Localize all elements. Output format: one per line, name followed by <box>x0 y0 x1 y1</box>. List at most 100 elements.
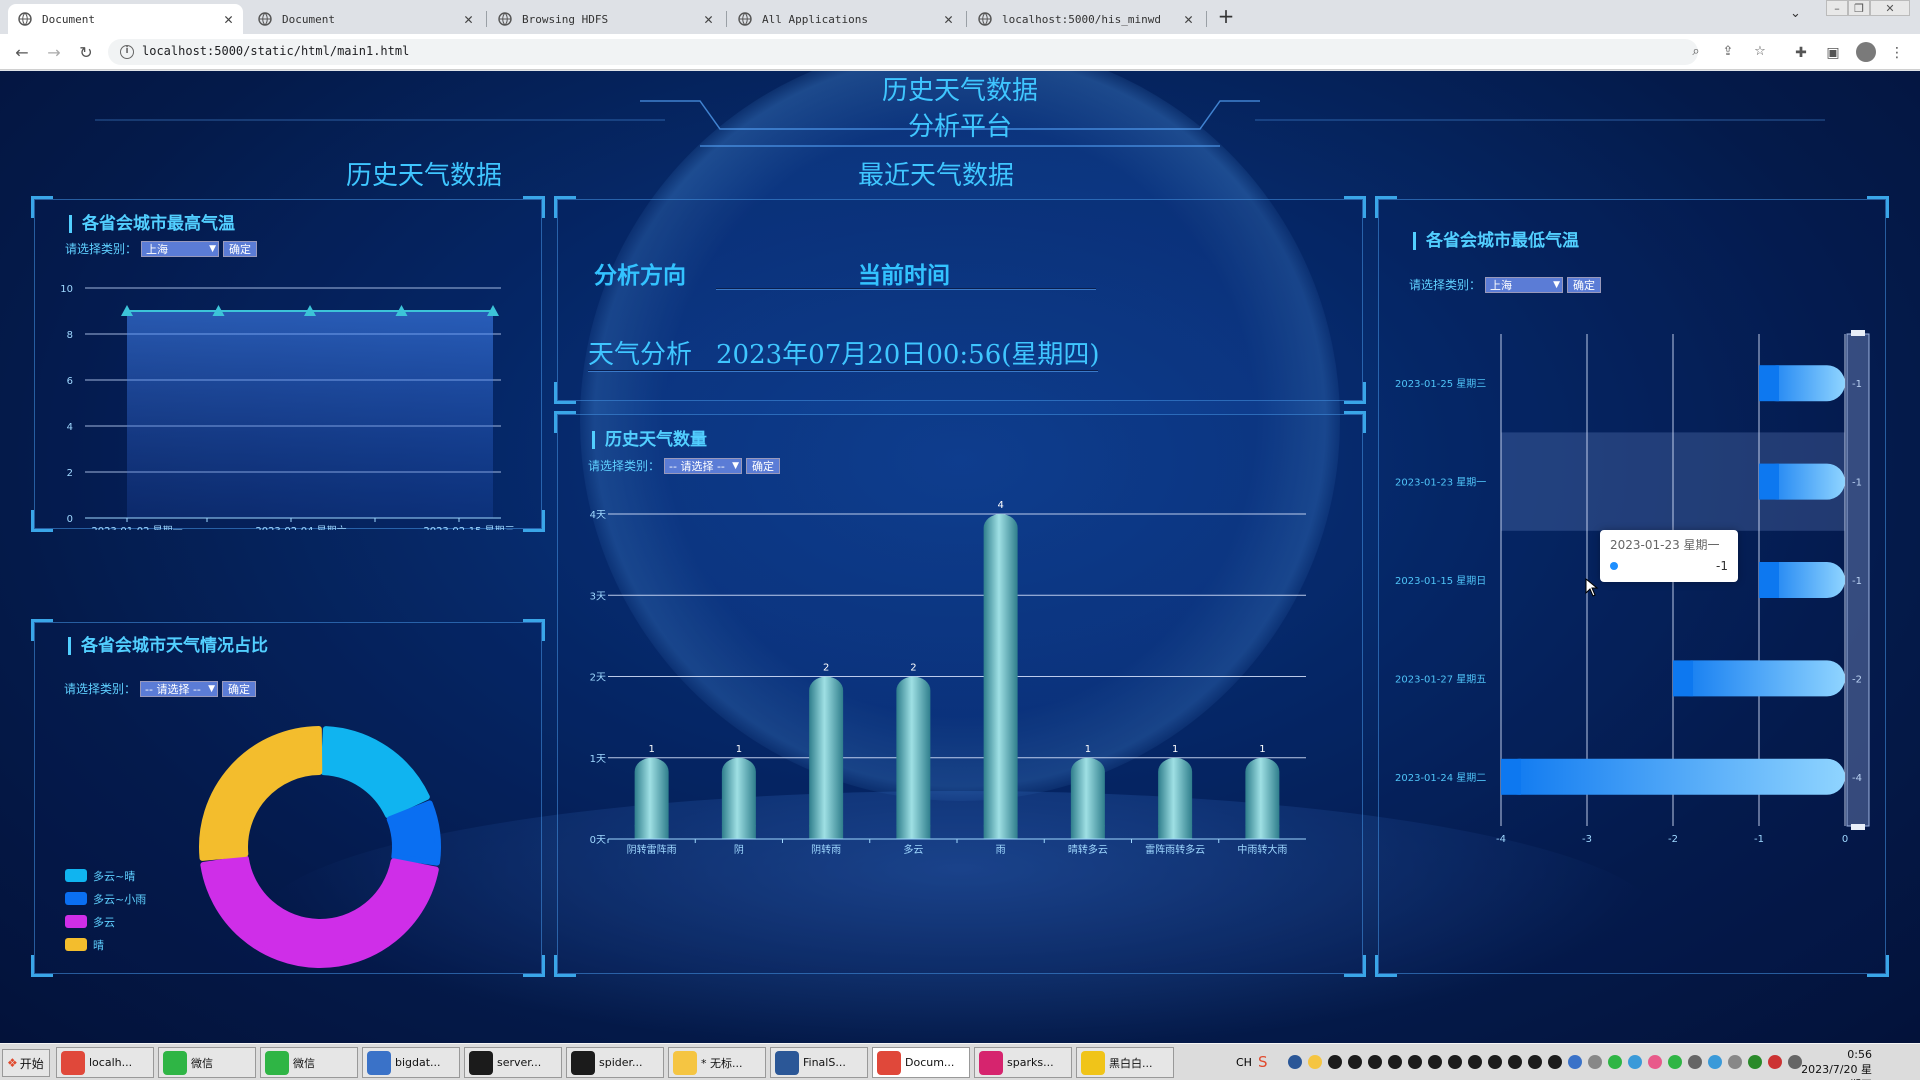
tray-app-icon[interactable] <box>1628 1055 1642 1069</box>
tray-app-icon[interactable] <box>1288 1055 1302 1069</box>
category-select[interactable]: -- 请选择 -- ▼ <box>140 680 219 697</box>
info-icon[interactable]: i <box>120 45 134 59</box>
tray-app-icon[interactable] <box>1508 1055 1522 1069</box>
tray-app-icon[interactable] <box>1568 1055 1582 1069</box>
tray-app-icon[interactable] <box>1328 1055 1342 1069</box>
y-tick-label: 2023-01-15 星期日 <box>1395 575 1486 587</box>
bar-base <box>1070 825 1105 839</box>
address-field[interactable]: i localhost:5000/static/html/main1.html … <box>108 39 1766 65</box>
taskbar-item[interactable]: spider... <box>566 1047 664 1078</box>
tray-app-icon[interactable] <box>1748 1055 1762 1069</box>
close-icon[interactable]: ✕ <box>464 11 473 27</box>
taskbar-item-label: 黑白白... <box>1109 1056 1153 1070</box>
taskbar-item[interactable]: server... <box>464 1047 562 1078</box>
taskbar-item-label: localh... <box>89 1056 133 1069</box>
minimize-icon[interactable]: – <box>1826 0 1848 16</box>
clock[interactable]: 0:56 2023/7/20 星期四 <box>1792 1047 1872 1080</box>
tray-app-icon[interactable] <box>1368 1055 1382 1069</box>
tray-app-icon[interactable] <box>1728 1055 1742 1069</box>
taskbar-item[interactable]: 黑白白... <box>1076 1047 1174 1078</box>
legend-item[interactable]: 晴 <box>65 933 146 956</box>
close-window-icon[interactable]: ✕ <box>1870 0 1910 16</box>
tab-document-2[interactable]: Document ✕ <box>248 4 483 34</box>
close-icon[interactable]: ✕ <box>1184 11 1193 27</box>
close-icon[interactable]: ✕ <box>224 11 233 27</box>
tab-all-applications[interactable]: All Applications ✕ <box>728 4 963 34</box>
legend-item[interactable]: 多云~晴 <box>65 864 146 887</box>
tray-app-icon[interactable] <box>1488 1055 1502 1069</box>
tray-app-icon[interactable] <box>1468 1055 1482 1069</box>
ime-indicator[interactable]: CH <box>1236 1056 1252 1069</box>
tray-app-icon[interactable] <box>1548 1055 1562 1069</box>
tray-app-icon[interactable] <box>1408 1055 1422 1069</box>
y-tick-label: 2023-01-25 星期三 <box>1395 378 1486 390</box>
data-label: 1 <box>1085 744 1091 755</box>
close-icon[interactable]: ✕ <box>704 11 713 27</box>
new-tab-plus-icon[interactable]: + <box>1215 5 1237 27</box>
tray-app-icon[interactable] <box>1528 1055 1542 1069</box>
maximize-icon[interactable]: ❐ <box>1848 0 1870 16</box>
back-arrow-icon[interactable]: ← <box>12 43 32 63</box>
taskbar-item[interactable]: 微信 <box>158 1047 256 1078</box>
taskbar-item[interactable]: Docum... <box>872 1047 970 1078</box>
tray-app-icon[interactable] <box>1448 1055 1462 1069</box>
forward-arrow-icon[interactable]: → <box>44 43 64 63</box>
tray-app-icon[interactable] <box>1588 1055 1602 1069</box>
tab-title: All Applications <box>762 12 868 26</box>
tray-app-icon[interactable] <box>1308 1055 1322 1069</box>
tooltip-value: -1 <box>1716 559 1728 573</box>
tray-app-icon[interactable] <box>1768 1055 1782 1069</box>
tray-app-icon[interactable] <box>1668 1055 1682 1069</box>
side-panel-icon[interactable]: ▣ <box>1824 44 1842 62</box>
taskbar-item[interactable]: sparks... <box>974 1047 1072 1078</box>
main-title: 历史天气数据 分析平台 <box>810 73 1110 145</box>
profile-avatar-icon[interactable] <box>1856 42 1876 62</box>
legend-item[interactable]: 多云~小雨 <box>65 887 146 910</box>
y-tick-label: 1天 <box>590 754 606 765</box>
chart-tooltip: 2023-01-23 星期一 -1 <box>1600 530 1738 582</box>
close-icon[interactable]: ✕ <box>944 11 953 27</box>
corner-decoration <box>1344 196 1366 218</box>
y-tick-label: 10 <box>60 284 73 295</box>
sogou-icon[interactable]: S <box>1258 1053 1268 1071</box>
legend-label: 多云~小雨 <box>93 892 147 906</box>
taskbar-item[interactable]: FinalS... <box>770 1047 868 1078</box>
ratio-legend: 多云~晴 多云~小雨 多云 晴 <box>65 864 146 956</box>
taskbar-item[interactable]: * 无标... <box>668 1047 766 1078</box>
taskbar-item[interactable]: localh... <box>56 1047 154 1078</box>
tab-strip: Document ✕ Document ✕ Browsing HDFS ✕ Al… <box>0 0 1920 34</box>
legend-swatch-2 <box>65 915 87 928</box>
tab-browsing-hdfs[interactable]: Browsing HDFS ✕ <box>488 4 723 34</box>
select-value: -- 请选择 -- <box>145 682 201 696</box>
extensions-puzzle-icon[interactable]: ✚ <box>1792 44 1810 62</box>
tray-app-icon[interactable] <box>1688 1055 1702 1069</box>
y-tick-label: 2023-01-24 星期二 <box>1395 772 1486 784</box>
start-button[interactable]: ❖ 开始 <box>2 1049 50 1077</box>
dashboard-page: 历史天气数据 分析平台 历史天气数据 最近天气数据 各省会城市最高气温 请选择类… <box>0 71 1920 1043</box>
tray-app-icon[interactable] <box>1648 1055 1662 1069</box>
tab-title: localhost:5000/his_minwd <box>1002 12 1161 26</box>
bookmark-star-icon[interactable]: ☆ <box>1752 44 1768 60</box>
confirm-button[interactable]: 确定 <box>222 680 257 697</box>
tab-his-minwd[interactable]: localhost:5000/his_minwd ✕ <box>968 4 1203 34</box>
tab-document-1[interactable]: Document ✕ <box>8 4 243 34</box>
reload-icon[interactable]: ↻ <box>76 43 96 63</box>
tray-app-icon[interactable] <box>1348 1055 1362 1069</box>
bar <box>983 514 1018 839</box>
x-tick-label: -4 <box>1496 834 1506 845</box>
tray-app-icon[interactable] <box>1388 1055 1402 1069</box>
legend-item[interactable]: 多云 <box>65 910 146 933</box>
bar-base <box>721 825 756 839</box>
menu-dots-icon[interactable]: ⋮ <box>1888 44 1906 62</box>
tab-search-chevron-icon[interactable]: ⌄ <box>1790 6 1801 21</box>
y-tick-label: 0天 <box>590 835 606 846</box>
zoom-icon[interactable]: ⌕ <box>1688 44 1704 60</box>
taskbar-item[interactable]: bigdat... <box>362 1047 460 1078</box>
tray-app-icon[interactable] <box>1708 1055 1722 1069</box>
tray-app-icon[interactable] <box>1608 1055 1622 1069</box>
url-text[interactable]: localhost:5000/static/html/main1.html <box>142 44 409 58</box>
globe-icon <box>258 12 272 26</box>
taskbar-item[interactable]: 微信 <box>260 1047 358 1078</box>
share-icon[interactable]: ⇪ <box>1720 44 1736 60</box>
tray-app-icon[interactable] <box>1428 1055 1442 1069</box>
